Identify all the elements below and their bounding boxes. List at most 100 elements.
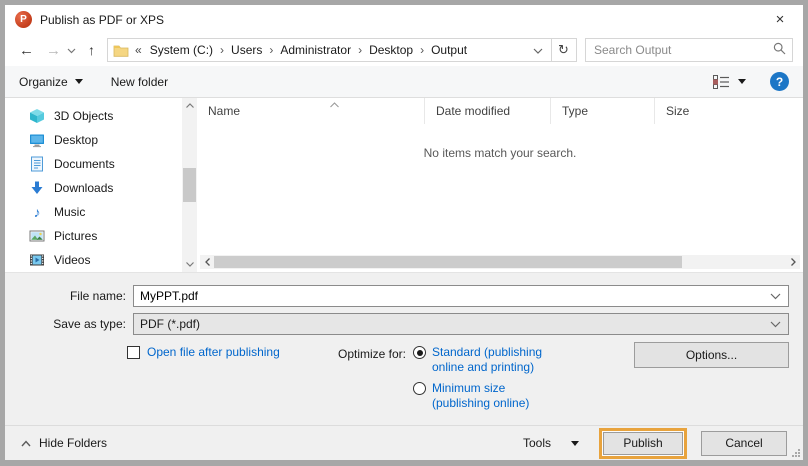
breadcrumb-separator: › [220, 43, 225, 57]
optimize-for-label: Optimize for: [338, 347, 407, 361]
publish-dialog: P Publish as PDF or XPS × ← → ↑ « System… [0, 0, 808, 466]
publish-options-row: Open file after publishing Optimize for:… [5, 335, 803, 425]
tools-label: Tools [522, 436, 551, 450]
breadcrumb-item-desktop[interactable]: Desktop [367, 43, 415, 57]
forward-icon[interactable]: → [40, 42, 67, 59]
breadcrumb-separator: › [358, 43, 363, 57]
radio-standard-label[interactable]: Standard (publishing online and printing… [432, 345, 542, 375]
title-bar: P Publish as PDF or XPS × [5, 5, 803, 34]
history-chevron-icon[interactable] [67, 43, 80, 57]
documents-icon [31, 156, 43, 172]
breadcrumb-overflow[interactable]: « [135, 43, 142, 57]
file-name-row: File name: [5, 273, 789, 307]
breadcrumb-separator: › [420, 43, 425, 57]
pictures-icon [29, 230, 45, 242]
scroll-right-icon[interactable] [786, 255, 800, 269]
dropdown-triangle-icon [74, 79, 83, 84]
dialog-footer: Hide Folders Tools Publish Cancel [5, 425, 803, 460]
column-header-date-modified[interactable]: Date modified [425, 98, 551, 124]
new-folder-label: New folder [110, 74, 169, 89]
radio-minimum-size-label[interactable]: Minimum size (publishing online) [432, 381, 529, 411]
breadcrumb-item-users[interactable]: Users [229, 43, 264, 57]
scrollbar-thumb[interactable] [214, 256, 682, 268]
radio-standard[interactable] [413, 346, 426, 359]
radio-minimum-line2: (publishing online) [432, 396, 530, 410]
sidebar-item-label: Desktop [54, 133, 99, 147]
breadcrumb-item-output[interactable]: Output [429, 43, 469, 57]
save-as-type-select[interactable]: PDF (*.pdf) [133, 313, 789, 335]
hide-folders-button[interactable]: Hide Folders [21, 436, 107, 450]
file-name-input[interactable] [140, 289, 770, 303]
refresh-icon[interactable]: ↻ [551, 38, 577, 62]
radio-minimum-size[interactable] [413, 382, 426, 395]
desktop-icon [30, 134, 44, 148]
search-icon [773, 42, 786, 58]
videos-icon [30, 254, 44, 266]
content-area: 3D Objects Desktop Documents Downloads ♪… [5, 98, 803, 272]
column-header-name[interactable]: Name [197, 98, 425, 124]
scroll-left-icon[interactable] [200, 255, 214, 269]
file-name-field[interactable] [133, 285, 789, 307]
sidebar-item-label: Music [54, 205, 86, 219]
address-dropdown-chevron-icon[interactable] [525, 43, 551, 57]
open-after-label[interactable]: Open file after publishing [147, 345, 280, 359]
view-dropdown-triangle-icon[interactable] [738, 79, 746, 84]
tools-dropdown-triangle-icon[interactable] [571, 440, 579, 446]
cancel-button[interactable]: Cancel [701, 430, 787, 456]
sidebar-item-pictures[interactable]: Pictures [5, 224, 182, 248]
search-box[interactable] [585, 38, 793, 62]
open-after-checkbox[interactable] [127, 345, 140, 359]
window-title: Publish as PDF or XPS [40, 12, 165, 27]
new-folder-button[interactable]: New folder [111, 75, 168, 89]
publish-button[interactable]: Publish [603, 431, 683, 455]
chevron-down-icon[interactable] [770, 317, 784, 331]
radio-minimum-line1: Minimum size [432, 381, 506, 395]
column-header-size[interactable]: Size [655, 98, 803, 124]
organize-menu[interactable]: Organize [19, 75, 83, 89]
save-as-type-row: Save as type: PDF (*.pdf) [5, 307, 789, 335]
scroll-down-icon[interactable] [182, 257, 197, 272]
navigation-bar: ← → ↑ « System (C:) › Users › Administra… [5, 34, 803, 66]
sidebar-item-music[interactable]: ♪ Music [5, 200, 182, 224]
scrollbar-thumb[interactable] [183, 167, 196, 203]
3d-objects-icon [30, 109, 44, 123]
sidebar-item-downloads[interactable]: Downloads [5, 176, 182, 200]
hide-folders-label: Hide Folders [39, 436, 108, 450]
address-bar[interactable]: « System (C:) › Users › Administrator › … [107, 38, 552, 62]
column-header-type[interactable]: Type [551, 98, 655, 124]
sidebar-item-documents[interactable]: Documents [5, 152, 182, 176]
sidebar-scrollbar[interactable] [182, 98, 197, 272]
column-header-row: Name Date modified Type Size [197, 98, 803, 124]
breadcrumb-item-system[interactable]: System (C:) [148, 43, 215, 57]
save-as-type-value: PDF (*.pdf) [140, 317, 201, 331]
details-view-icon [713, 74, 729, 89]
sidebar-item-label: Videos [54, 253, 91, 267]
folder-icon[interactable] [113, 44, 129, 57]
chevron-down-icon[interactable] [770, 289, 784, 303]
search-input[interactable] [594, 43, 773, 57]
publish-highlight-annotation: Publish [599, 427, 687, 459]
breadcrumb-item-administrator[interactable]: Administrator [278, 43, 353, 57]
sidebar-item-desktop[interactable]: Desktop [5, 128, 182, 152]
scroll-up-icon[interactable] [182, 98, 197, 113]
tools-menu[interactable]: Tools [523, 436, 579, 450]
sidebar-item-label: 3D Objects [54, 109, 114, 123]
options-button[interactable]: Options... [634, 342, 789, 368]
view-mode-button[interactable] [713, 74, 746, 89]
up-icon[interactable]: ↑ [82, 42, 101, 58]
powerpoint-icon: P [15, 11, 32, 28]
empty-folder-message: No items match your search. [423, 146, 577, 160]
radio-standard-line2: online and printing) [432, 360, 535, 374]
help-icon[interactable]: ? [770, 72, 789, 91]
sidebar-item-videos[interactable]: Videos [5, 248, 182, 272]
radio-selected-dot [416, 349, 423, 356]
sidebar-item-3d-objects[interactable]: 3D Objects [5, 104, 182, 128]
close-icon[interactable]: × [767, 11, 793, 28]
organize-label: Organize [19, 74, 68, 89]
open-after-publishing-option[interactable]: Open file after publishing [127, 345, 280, 359]
resize-grip[interactable] [791, 448, 801, 458]
sidebar-item-label: Pictures [54, 229, 98, 243]
horizontal-scrollbar[interactable] [200, 255, 800, 269]
save-as-type-label: Save as type: [53, 317, 126, 331]
back-icon[interactable]: ← [13, 42, 40, 59]
